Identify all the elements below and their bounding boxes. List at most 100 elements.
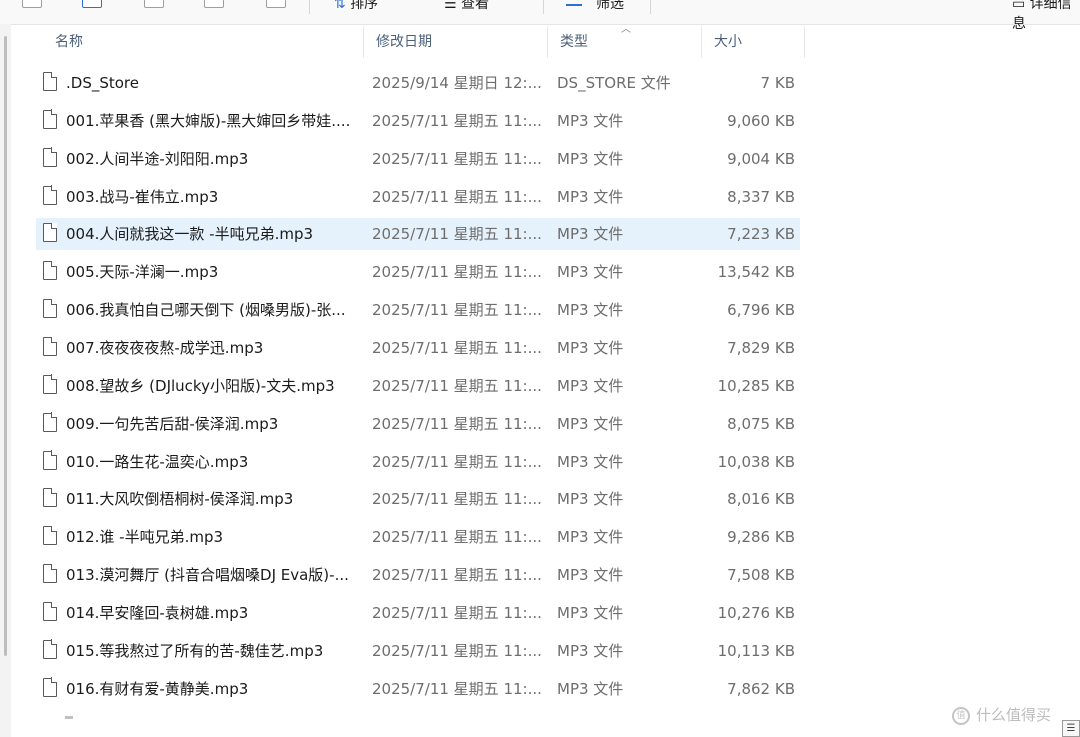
file-icon [43,109,58,129]
file-type: MP3 文件 [557,603,624,622]
column-header-size-label: 大小 [714,34,742,50]
file-modified-date: 2025/7/11 星期五 11:... [372,263,542,282]
partial-row-indicator [65,716,73,719]
sort-ascending-icon: ︿ [621,24,631,35]
file-modified-date: 2025/7/11 星期五 11:... [372,111,542,130]
file-icon [43,374,58,394]
file-row[interactable]: 012.谁 -半吨兄弟.mp3 2025/7/11 星期五 11:... MP3 文… [36,521,800,553]
toolbar-divider [543,0,544,14]
file-row[interactable]: 007.夜夜夜夜熬-成学迅.mp3 2025/7/11 星期五 11:... MP3… [36,332,800,364]
column-header-size[interactable]: 大小 [702,26,805,58]
file-row[interactable]: 005.天际-洋澜一.mp3 2025/7/11 星期五 11:... MP3 文件… [36,256,800,288]
file-modified-date: 2025/9/14 星期日 12:... [372,74,542,92]
watermark: 值什么值得买 [952,703,1051,727]
sort-button[interactable]: ⇅ 排序 [334,0,378,13]
file-row[interactable]: 014.早安隆回-袁树雄.mp3 2025/7/11 星期五 11:... MP3 … [36,597,800,629]
view-toggle-button[interactable]: ☰ [1062,720,1080,737]
cut-icon[interactable] [22,0,42,8]
file-type: MP3 文件 [557,263,624,282]
file-icon [43,525,58,546]
file-row[interactable]: 002.人间半途-刘阳阳.mp3 2025/7/11 星期五 11:... MP3 … [36,143,800,175]
file-row[interactable]: 001.苹果香 (黑大婶版)-黑大婶回乡带娃.... 2025/7/11 星期五 … [36,105,800,137]
file-name: 009.一句先苦后甜-侯泽润.mp3 [66,414,279,433]
file-size: 9,004 KB [727,149,795,168]
file-row[interactable]: 013.漠河舞厅 (抖音合唱烟嗓DJ Eva版)-... 2025/7/11 星期… [36,559,800,591]
navigation-scrollbar[interactable] [4,36,7,656]
filter-icon [566,0,582,6]
file-name: 007.夜夜夜夜熬-成学迅.mp3 [66,338,264,357]
file-size: 10,113 KB [717,641,795,660]
file-row[interactable]: 010.一路生花-温奕心.mp3 2025/7/11 星期五 11:... MP3 … [36,446,800,478]
file-row[interactable]: 015.等我熬过了所有的苦-魏佳艺.mp3 2025/7/11 星期五 11:..… [36,635,800,667]
delete-icon[interactable] [266,0,286,8]
file-size: 10,285 KB [717,376,795,395]
file-icon [43,639,58,659]
file-size: 10,038 KB [717,452,795,471]
file-size: 8,075 KB [727,414,795,433]
command-bar: ⇅ 排序 ☰ 查看 筛选 ▭ 详细信息 [0,0,1080,32]
column-header-modified[interactable]: 修改日期 [364,26,548,58]
file-name: 006.我真怕自己哪天倒下 (烟嗓男版)-张... [66,301,346,320]
file-row[interactable]: 006.我真怕自己哪天倒下 (烟嗓男版)-张... 2025/7/11 星期五 1… [36,294,800,326]
file-size: 7,862 KB [727,679,795,698]
filter-button[interactable]: 筛选 [596,0,624,13]
column-header-name-label: 名称 [55,34,83,50]
file-type: MP3 文件 [557,376,624,395]
file-size: 7,829 KB [727,338,795,357]
file-icon [43,601,58,621]
view-button[interactable]: ☰ 查看 [444,0,489,13]
column-header-name[interactable]: 名称 [43,26,364,58]
list-view-icon: ☰ [1066,723,1076,734]
file-row[interactable]: .DS_Store 2025/9/14 星期日 12:... DS_STORE 文件… [36,67,800,99]
file-icon [43,487,58,508]
file-modified-date: 2025/7/11 星期五 11:... [372,376,542,395]
file-modified-date: 2025/7/11 星期五 11:... [372,225,542,244]
file-size: 8,337 KB [727,187,795,206]
file-name: 011.大风吹倒梧桐树-侯泽润.mp3 [66,490,294,509]
file-name: 010.一路生花-温奕心.mp3 [66,452,249,471]
file-type: MP3 文件 [557,414,624,433]
file-icon [43,260,58,281]
file-name: 008.望故乡 (DJlucky小阳版)-文夫.mp3 [66,376,335,395]
file-row[interactable]: 009.一句先苦后甜-侯泽润.mp3 2025/7/11 星期五 11:... MP… [36,408,800,440]
file-modified-date: 2025/7/11 星期五 11:... [372,301,542,320]
paste-icon[interactable] [144,0,164,8]
file-row[interactable]: 016.有财有爱-黄静美.mp3 2025/7/11 星期五 11:... MP3 … [36,673,800,705]
file-icon [43,222,58,243]
file-type: MP3 文件 [557,641,624,660]
file-modified-date: 2025/7/11 星期五 11:... [372,490,542,509]
file-type: MP3 文件 [557,187,624,206]
toolbar-divider [650,0,651,14]
file-type: MP3 文件 [557,490,624,509]
file-type: MP3 文件 [557,149,624,168]
details-icon: ▭ [1012,0,1026,12]
file-type: MP3 文件 [557,679,624,698]
file-name: 012.谁 -半吨兄弟.mp3 [66,528,224,547]
file-row[interactable]: 008.望故乡 (DJlucky小阳版)-文夫.mp3 2025/7/11 星期五… [36,370,800,402]
file-row[interactable]: 004.人间就我这一款 -半吨兄弟.mp3 2025/7/11 星期五 11:..… [36,218,800,251]
file-name: 001.苹果香 (黑大婶版)-黑大婶回乡带娃.... [66,111,351,130]
file-modified-date: 2025/7/11 星期五 11:... [372,452,542,471]
file-size: 10,276 KB [717,603,795,622]
details-button[interactable]: ▭ 详细信息 [1012,0,1080,33]
file-type: DS_STORE 文件 [557,74,671,92]
file-type: MP3 文件 [557,225,624,244]
file-icon [43,450,58,470]
file-name: 016.有财有爱-黄静美.mp3 [66,679,249,698]
column-header-type-label: 类型 [560,34,588,50]
rename-icon[interactable] [204,0,224,8]
file-icon [43,71,58,91]
file-size: 7,223 KB [727,225,795,244]
file-icon [43,412,58,432]
file-icon [43,147,58,167]
file-type: MP3 文件 [557,566,624,585]
file-row[interactable]: 003.战马-崔伟立.mp3 2025/7/11 星期五 11:... MP3 文件… [36,181,800,213]
file-name: 015.等我熬过了所有的苦-魏佳艺.mp3 [66,641,324,660]
file-name: 005.天际-洋澜一.mp3 [66,263,219,282]
file-row[interactable]: 011.大风吹倒梧桐树-侯泽润.mp3 2025/7/11 星期五 11:... M… [36,483,800,515]
file-name: 003.战马-崔伟立.mp3 [66,187,219,206]
file-type: MP3 文件 [557,528,624,547]
file-modified-date: 2025/7/11 星期五 11:... [372,566,542,585]
copy-icon[interactable] [82,0,102,8]
file-modified-date: 2025/7/11 星期五 11:... [372,187,542,206]
